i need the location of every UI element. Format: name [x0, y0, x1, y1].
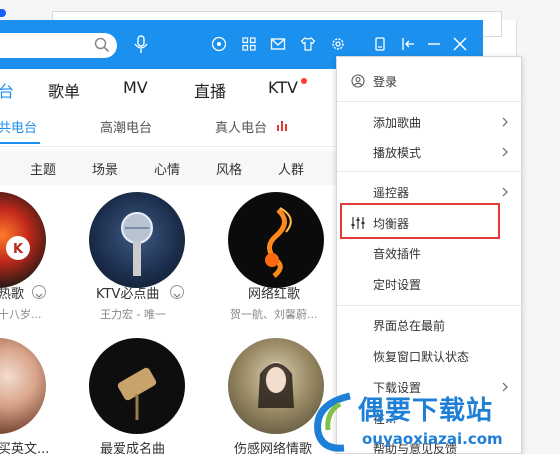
search-icon[interactable]: [94, 37, 110, 53]
menu-item-label: 登录: [373, 75, 398, 89]
category-theme[interactable]: 主题: [30, 159, 56, 178]
tab-live[interactable]: 直播: [194, 78, 226, 102]
tab-radio[interactable]: 台: [0, 78, 14, 102]
category-mood[interactable]: 心情: [154, 159, 180, 178]
menu-item-label: 恢复窗口默认状态: [373, 350, 470, 364]
card-sub-hot-songs: 十八岁...: [0, 308, 42, 321]
menu-separator: [337, 305, 523, 306]
close-icon[interactable]: [452, 36, 468, 52]
menu-item-label: 定时设置: [373, 278, 422, 292]
equalizer-highlight-box: [340, 203, 500, 239]
watermark-text: 偶要下载站: [358, 396, 494, 426]
card-title-sad-songs[interactable]: 伤感网络情歌: [234, 438, 312, 454]
skin-shirt-icon[interactable]: [300, 36, 316, 52]
menu-item-login[interactable]: 登录: [337, 66, 523, 96]
chevron-right-icon: [502, 187, 508, 197]
menu-item-label: 播放模式: [373, 146, 422, 160]
menu-item-restore-window[interactable]: 恢复窗口默认状态: [337, 341, 523, 371]
subtab-climax-radio[interactable]: 高潮电台: [100, 117, 152, 136]
menu-item-play-mode[interactable]: 播放模式: [337, 137, 523, 167]
minimize-icon[interactable]: [426, 36, 442, 52]
menu-item-add-songs[interactable]: 添加歌曲: [337, 107, 523, 137]
card-image-net-hits[interactable]: [228, 192, 324, 288]
active-subtab-underline: [0, 142, 40, 144]
live-bars-icon: [277, 121, 287, 131]
screenshot: 台 歌单 MV 直播 KTV 共电台 高潮电台 真人电台 主题 场景 心情 风格: [0, 0, 560, 454]
settings-gear-icon[interactable]: [330, 36, 346, 52]
menu-item-label: 界面总在最前: [373, 319, 446, 333]
voice-search-icon[interactable]: [133, 35, 149, 55]
watermark-url: ouyaoxiazai.com: [362, 430, 503, 448]
card-image-ktv[interactable]: [89, 192, 185, 288]
menu-item-label: 音效插件: [373, 247, 422, 261]
card-expand-icon[interactable]: [32, 285, 46, 299]
category-crowd[interactable]: 人群: [278, 159, 304, 178]
card-expand-icon[interactable]: [170, 285, 184, 299]
menu-item-timer[interactable]: 定时设置: [337, 269, 523, 299]
card-image-english[interactable]: [0, 338, 46, 434]
subtab-real-person-radio[interactable]: 真人电台: [215, 117, 267, 136]
tab-ktv[interactable]: KTV: [268, 78, 298, 97]
watermark-logo-icon: [314, 392, 351, 452]
tab-playlists[interactable]: 歌单: [48, 78, 80, 102]
category-scene[interactable]: 场景: [92, 159, 118, 178]
chevron-right-icon: [502, 147, 508, 157]
menu-item-label: 添加歌曲: [373, 116, 422, 130]
collapse-icon[interactable]: [400, 36, 416, 52]
apps-grid-icon[interactable]: [241, 36, 257, 52]
menu-separator: [337, 171, 523, 172]
menu-item-sound-plugins[interactable]: 音效插件: [337, 238, 523, 268]
subtab-public-radio[interactable]: 共电台: [0, 117, 37, 136]
card-title-net-hits[interactable]: 网络红歌: [248, 283, 300, 302]
card-title-classics[interactable]: 最爱成名曲: [100, 438, 165, 454]
card-image-hot-songs[interactable]: K: [0, 192, 46, 288]
radio-icon[interactable]: [211, 36, 227, 52]
card-sub-net-hits: 贺一航、刘馨蔚...: [230, 308, 318, 321]
card-title-ktv[interactable]: KTV必点曲: [96, 283, 159, 302]
svg-text:K: K: [13, 242, 24, 257]
chevron-right-icon: [502, 117, 508, 127]
card-title-english[interactable]: 买英文...: [0, 438, 49, 454]
mail-icon[interactable]: [270, 36, 286, 52]
menu-separator: [337, 101, 523, 102]
menu-item-always-on-top[interactable]: 界面总在最前: [337, 310, 523, 340]
card-image-classics[interactable]: [89, 338, 185, 434]
user-icon: [351, 74, 365, 88]
category-style[interactable]: 风格: [216, 159, 242, 178]
mini-mode-icon[interactable]: [372, 36, 388, 52]
card-title-hot-songs[interactable]: 热歌: [0, 283, 24, 302]
tab-mv[interactable]: MV: [123, 78, 148, 97]
ktv-new-dot: [301, 78, 307, 84]
card-sub-ktv: 王力宏 - 唯一: [100, 308, 166, 321]
menu-item-label: 遥控器: [373, 186, 410, 200]
site-watermark: 偶要下载站 ouyaoxiazai.com: [310, 390, 560, 454]
